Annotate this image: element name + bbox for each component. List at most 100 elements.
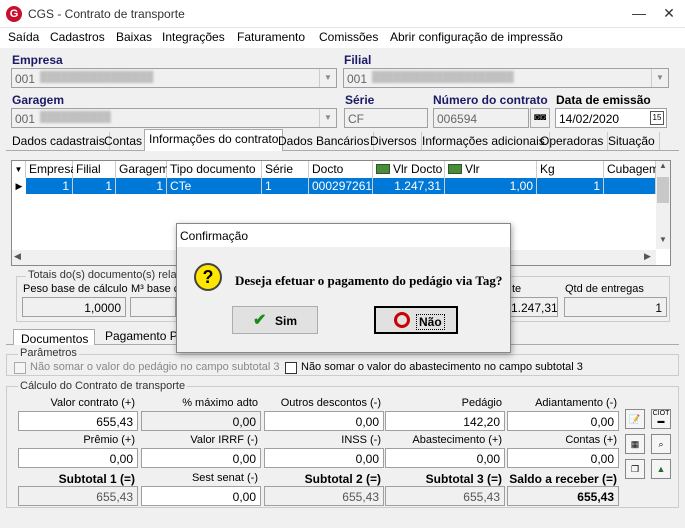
calculator-icon[interactable]: ▦ <box>625 434 645 454</box>
ciot-icon[interactable]: CIOT ▬ <box>651 409 671 429</box>
binoculars-icon[interactable]: ◙◙ <box>530 108 550 128</box>
pedagio-field[interactable]: 142,20 <box>385 411 505 431</box>
abastecimento-label: Abastecimento (+) <box>412 434 502 446</box>
menu-abrir-config[interactable]: Abrir configuração de impressão <box>390 30 563 44</box>
garagem-combo[interactable]: 001 ██████████ ▼ <box>11 108 337 128</box>
inss-label: INSS (-) <box>341 434 381 446</box>
numero-field[interactable]: 006594 <box>433 108 529 128</box>
col-tipo-documento[interactable]: Tipo documento <box>167 161 262 178</box>
cell-empresa[interactable]: 1 <box>26 178 73 194</box>
checkbox-nao-somar-pedagio[interactable] <box>14 362 26 374</box>
data-emissao-field[interactable]: 14/02/2020 15 <box>555 108 667 128</box>
saldo-receber-field[interactable]: 655,43 <box>507 486 619 506</box>
sest-senat-field[interactable]: 0,00 <box>141 486 261 506</box>
scroll-down-icon[interactable]: ▼ <box>656 235 670 249</box>
cell-cubagem[interactable] <box>604 178 656 194</box>
abastecimento-field[interactable]: 0,00 <box>385 448 505 468</box>
col-serie[interactable]: Série <box>262 161 309 178</box>
empresa-combo[interactable]: 001 ████████████████ ▼ <box>11 68 337 88</box>
data-value: 14/02/2020 <box>559 112 620 126</box>
qtd-field[interactable]: 1 <box>564 297 667 317</box>
sim-button[interactable]: ✔ Sim <box>232 306 318 334</box>
sim-label: Sim <box>275 314 298 328</box>
tab-dados-bancarios[interactable]: Dados Bancários <box>274 132 375 150</box>
cell-garagem[interactable]: 1 <box>116 178 167 194</box>
dialog-title: Confirmação <box>177 224 510 247</box>
tab-contas[interactable]: Contas <box>100 132 148 150</box>
close-button[interactable]: ✕ <box>658 2 680 24</box>
vlr-field[interactable]: 1.247,31 <box>510 297 558 317</box>
calculo-label: Cálculo do Contrato de transporte <box>18 380 188 392</box>
cell-vlr-mercadoria[interactable]: 1,00 <box>445 178 537 194</box>
premio-field[interactable]: 0,00 <box>18 448 138 468</box>
document-edit-icon[interactable]: 📝 <box>625 409 645 429</box>
tab-divider <box>6 150 679 151</box>
cell-docto[interactable]: 000297261 <box>309 178 373 194</box>
checkbox-nao-somar-abastecimento[interactable] <box>285 362 297 374</box>
tab-informacoes-adicionais[interactable]: Informações adicionais <box>418 132 550 150</box>
subtotal3-field[interactable]: 655,43 <box>385 486 505 506</box>
scroll-left-icon[interactable]: ◀ <box>14 251 21 262</box>
subtab-pagamento[interactable]: Pagamento Pe <box>100 327 180 344</box>
col-garagem[interactable]: Garagem <box>116 161 169 178</box>
max-adto-label: % máximo adto <box>182 397 258 409</box>
minimize-button[interactable]: — <box>628 2 650 24</box>
menu-cadastros[interactable]: Cadastros <box>50 30 105 44</box>
valor-contrato-field[interactable]: 655,43 <box>18 411 138 431</box>
col-empresa[interactable]: Empresa <box>26 161 77 178</box>
tab-dados-cadastrais[interactable]: Dados cadastrais <box>8 132 110 150</box>
tab-informacoes-contrato[interactable]: Informações do contrato <box>144 129 284 151</box>
col-cubagem[interactable]: Cubagem <box>604 161 659 178</box>
subtab-documentos[interactable]: Documentos <box>13 329 95 346</box>
tab-situacao[interactable]: Situação <box>604 132 660 150</box>
cell-tipo-documento[interactable]: CTe <box>167 178 262 194</box>
col-filial[interactable]: Filial <box>73 161 116 178</box>
menu-comissoes[interactable]: Comissões <box>319 30 378 44</box>
chevron-down-icon[interactable]: ▼ <box>319 69 336 87</box>
max-adto-field[interactable]: 0,00 <box>141 411 261 431</box>
warning-triangle-icon[interactable]: ▲ <box>651 459 671 479</box>
contas-field[interactable]: 0,00 <box>507 448 619 468</box>
inss-field[interactable]: 0,00 <box>264 448 384 468</box>
tab-diversos[interactable]: Diversos <box>366 132 422 150</box>
cell-kg-estimado[interactable]: 1 <box>537 178 604 194</box>
cell-serie[interactable]: 1 <box>262 178 309 194</box>
serie-field[interactable]: CF <box>344 108 428 128</box>
col-docto[interactable]: Docto <box>309 161 373 178</box>
cell-vlr-docto[interactable]: 1.247,31 <box>373 178 445 194</box>
print-preview-icon[interactable]: ⌕ <box>651 434 671 454</box>
nao-button[interactable]: Não <box>374 306 458 334</box>
tab-operadoras[interactable]: Operadoras <box>536 132 609 150</box>
chevron-down-icon[interactable]: ▼ <box>319 109 336 127</box>
menu-saida[interactable]: Saída <box>8 30 39 44</box>
contas-label: Contas (+) <box>565 434 617 446</box>
menu-baixas[interactable]: Baixas <box>116 30 152 44</box>
col-vlr-mercadoria[interactable]: Vlr Mercadoria <box>445 161 537 193</box>
scroll-right-icon[interactable]: ▶ <box>644 251 651 262</box>
outros-descontos-field[interactable]: 0,00 <box>264 411 384 431</box>
filial-combo[interactable]: 001 ████████████████████ ▼ <box>343 68 669 88</box>
menu-faturamento[interactable]: Faturamento <box>237 30 305 44</box>
calendar-icon[interactable]: 15 <box>650 111 664 125</box>
check-icon: ✔ <box>253 312 267 329</box>
row-selector-icon[interactable]: ▶ <box>12 178 26 194</box>
col-kg-estimado[interactable]: Kg Estimado <box>537 161 604 193</box>
empresa-label: Empresa <box>12 53 63 67</box>
scroll-thumb[interactable] <box>657 177 669 203</box>
outros-descontos-label: Outros descontos (-) <box>280 397 381 409</box>
peso-field[interactable]: 1,0000 <box>22 297 126 317</box>
filial-code: 001 <box>347 72 368 86</box>
col-vlr-docto[interactable]: Vlr Docto <box>373 161 445 178</box>
check2-label: Não somar o valor do abastecimento no ca… <box>301 361 583 373</box>
adiantamento-field[interactable]: 0,00 <box>507 411 619 431</box>
scroll-up-icon[interactable]: ▲ <box>656 161 670 175</box>
menu-integracoes[interactable]: Integrações <box>162 30 225 44</box>
subtotal2-field[interactable]: 655,43 <box>264 486 384 506</box>
chevron-down-icon[interactable]: ▼ <box>651 69 668 87</box>
copy-icon[interactable]: ❐ <box>625 459 645 479</box>
m3-field[interactable] <box>130 297 176 317</box>
subtotal1-field[interactable]: 655,43 <box>18 486 138 506</box>
cell-filial[interactable]: 1 <box>73 178 116 194</box>
subtotal1-label: Subtotal 1 (=) <box>58 472 135 486</box>
irrf-field[interactable]: 0,00 <box>141 448 261 468</box>
